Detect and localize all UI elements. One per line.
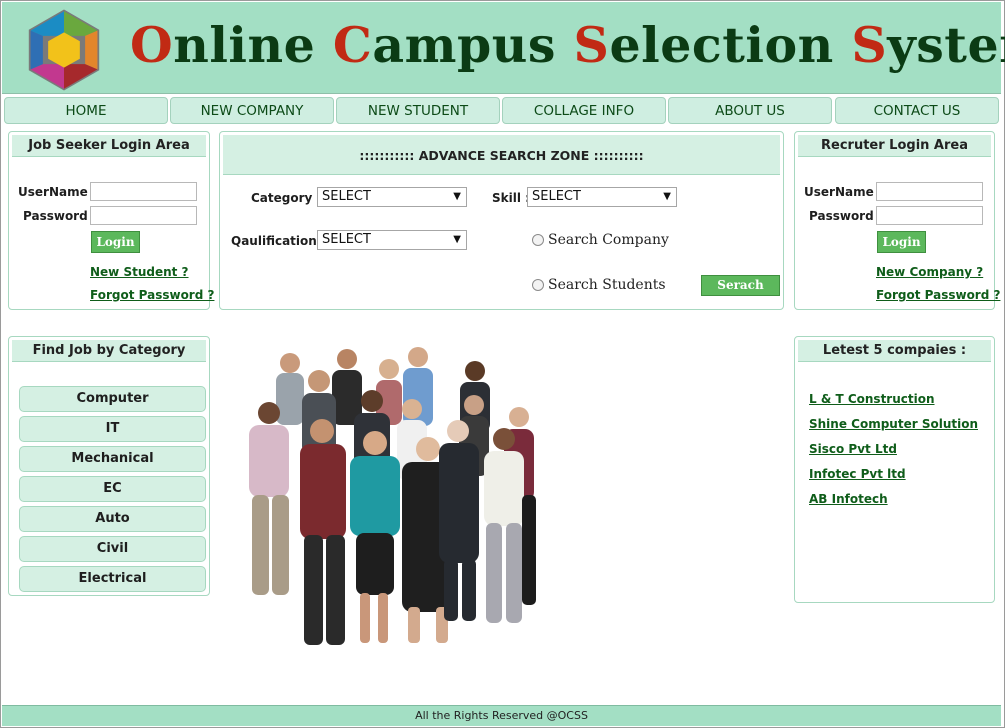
recruiter-forgot-password-link[interactable]: Forgot Password ? [876, 288, 1000, 302]
job-seeker-username-input[interactable] [90, 182, 197, 201]
job-seeker-login-title: Job Seeker Login Area [12, 135, 206, 157]
nav-new-company[interactable]: NEW COMPANY [170, 97, 334, 124]
category-it-button[interactable]: IT [19, 416, 206, 442]
qualification-label: Qaulification : [231, 234, 326, 248]
category-panel: Find Job by Category Computer IT Mechani… [8, 336, 210, 596]
password-label: Password : [23, 209, 97, 223]
category-auto-button[interactable]: Auto [19, 506, 206, 532]
latest-companies-title: Letest 5 compaies : [798, 340, 991, 362]
category-panel-title: Find Job by Category [12, 340, 206, 362]
chevron-down-icon: ▼ [453, 234, 461, 245]
search-students-radio[interactable] [532, 279, 544, 291]
new-company-link[interactable]: New Company ? [876, 265, 983, 279]
company-link[interactable]: Sisco Pvt Ltd [809, 442, 897, 456]
students-group-image [249, 347, 536, 645]
new-student-link[interactable]: New Student ? [90, 265, 189, 279]
job-seeker-password-input[interactable] [90, 206, 197, 225]
nav-contact-us[interactable]: CONTACT US [835, 97, 999, 124]
nav-new-student[interactable]: NEW STUDENT [336, 97, 500, 124]
company-link[interactable]: Shine Computer Solution [809, 417, 978, 431]
search-company-label: Search Company [548, 232, 669, 248]
nav-about-us[interactable]: ABOUT US [668, 97, 832, 124]
category-select[interactable]: SELECT ▼ [317, 187, 467, 207]
company-link[interactable]: Infotec Pvt ltd [809, 467, 906, 481]
site-header: Online Campus Selection System [2, 2, 1005, 94]
title-initial: S [851, 16, 888, 74]
nav-home[interactable]: HOME [4, 97, 168, 124]
company-link[interactable]: L & T Construction [809, 392, 935, 406]
category-electrical-button[interactable]: Electrical [19, 566, 206, 592]
qualification-select[interactable]: SELECT ▼ [317, 230, 467, 250]
footer: All the Rights Reserved @OCSS [2, 705, 1001, 726]
search-company-radio[interactable] [532, 234, 544, 246]
skill-label: Skill : [492, 191, 530, 205]
chevron-down-icon: ▼ [663, 191, 671, 202]
recruiter-password-input[interactable] [876, 206, 983, 225]
title-word-rest: nline [173, 16, 333, 74]
username-label: UserName : [804, 185, 883, 199]
company-link[interactable]: AB Infotech [809, 492, 888, 506]
title-word-rest: ampus [372, 16, 574, 74]
title-initial: O [130, 16, 174, 74]
job-seeker-forgot-password-link[interactable]: Forgot Password ? [90, 288, 214, 302]
title-word-rest: ystem [887, 16, 1005, 74]
category-mechanical-button[interactable]: Mechanical [19, 446, 206, 472]
title-initial: C [332, 16, 373, 74]
job-seeker-login-button[interactable]: Login [91, 231, 140, 253]
recruiter-login-button[interactable]: Login [877, 231, 926, 253]
category-label: Category : [251, 191, 322, 205]
recruiter-username-input[interactable] [876, 182, 983, 201]
front-row [249, 402, 536, 645]
site-title: Online Campus Selection System [130, 16, 1005, 74]
latest-companies-panel: Letest 5 compaies : L & T Construction S… [794, 336, 995, 603]
title-initial: S [573, 16, 610, 74]
title-word-rest: election [609, 16, 852, 74]
job-seeker-login-panel: Job Seeker Login Area UserName : Passwor… [8, 131, 214, 310]
username-label: UserName : [18, 185, 97, 199]
recruiter-login-panel: Recruter Login Area UserName : Password … [794, 131, 1000, 310]
category-ec-button[interactable]: EC [19, 476, 206, 502]
hexagon-logo-icon [28, 9, 100, 91]
category-select-value: SELECT [322, 189, 371, 204]
search-students-label: Search Students [548, 277, 666, 293]
password-label: Password : [809, 209, 883, 223]
recruiter-login-title: Recruter Login Area [798, 135, 991, 157]
advance-search-title: ::::::::::: ADVANCE SEARCH ZONE ::::::::… [223, 135, 780, 175]
nav-collage-info[interactable]: COLLAGE INFO [502, 97, 666, 124]
category-computer-button[interactable]: Computer [19, 386, 206, 412]
advance-search-panel: ::::::::::: ADVANCE SEARCH ZONE ::::::::… [219, 131, 784, 310]
search-button[interactable]: Serach [701, 275, 780, 296]
skill-select-value: SELECT [532, 189, 581, 204]
main-nav: HOME NEW COMPANY NEW STUDENT COLLAGE INF… [2, 96, 1001, 126]
qualification-select-value: SELECT [322, 232, 371, 247]
category-civil-button[interactable]: Civil [19, 536, 206, 562]
chevron-down-icon: ▼ [453, 191, 461, 202]
skill-select[interactable]: SELECT ▼ [527, 187, 677, 207]
